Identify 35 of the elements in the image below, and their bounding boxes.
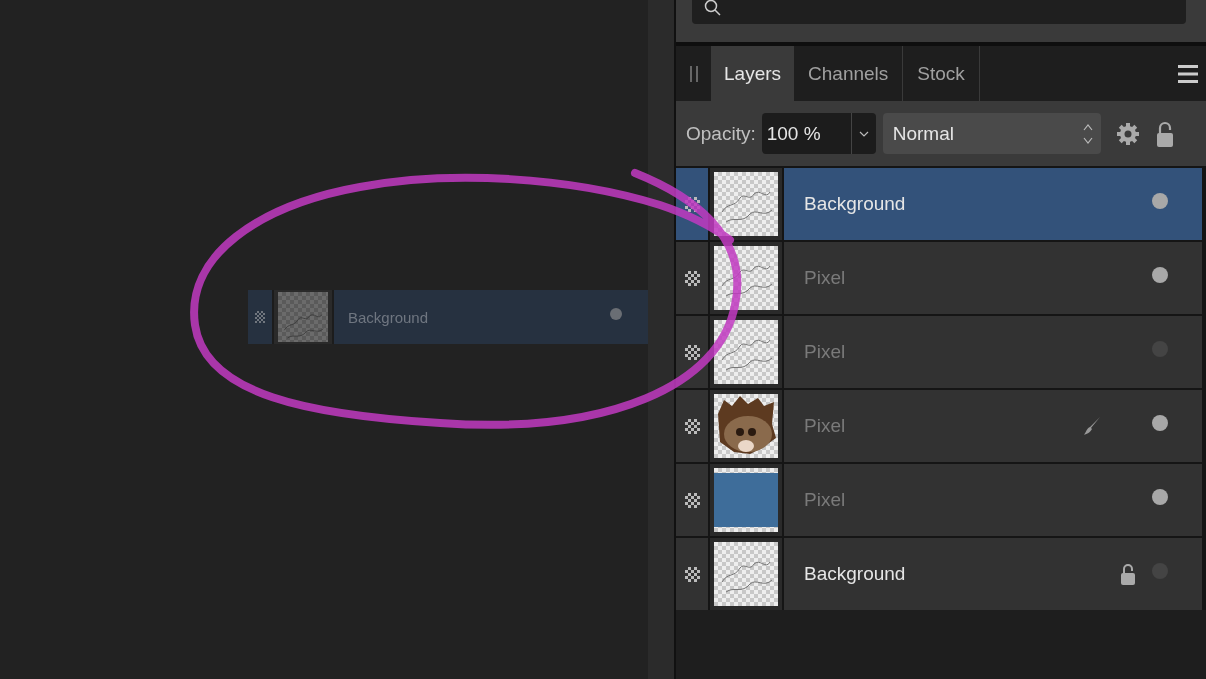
panel-tab[interactable]: Layers [711, 46, 795, 101]
layer-name: Pixel [804, 341, 846, 363]
opacity-field[interactable]: 100 % [761, 113, 852, 154]
layer-thumbnail [714, 542, 778, 606]
chevron-down-icon [858, 130, 869, 137]
layer-name: Background [804, 193, 906, 215]
layer-thumbnail [714, 320, 778, 384]
drag-handle-icon[interactable] [684, 196, 700, 212]
opacity-label: Opacity: [686, 122, 756, 145]
layer-row[interactable]: Background [676, 538, 1202, 610]
layer-thumbnail [278, 292, 328, 342]
grip-icon [689, 65, 698, 82]
search-field[interactable] [692, 0, 1186, 24]
lock-icon[interactable] [1155, 120, 1174, 147]
menu-icon[interactable] [1178, 64, 1198, 83]
layer-name: Background [348, 308, 429, 326]
layer-name: Background [804, 563, 906, 585]
visibility-toggle[interactable] [610, 308, 622, 320]
layer-thumbnail [714, 394, 778, 458]
up-down-chevron-icon [1082, 122, 1093, 145]
visibility-toggle[interactable] [1152, 267, 1168, 283]
blend-mode-dropdown[interactable]: Normal [882, 113, 1101, 154]
layer-row[interactable]: Background [676, 168, 1202, 240]
drag-handle-icon[interactable] [255, 311, 265, 323]
layer-thumbnail [714, 172, 778, 236]
visibility-toggle[interactable] [1152, 193, 1168, 209]
lock-icon[interactable] [1120, 563, 1136, 585]
search-icon [704, 0, 722, 17]
layer-name: Pixel [804, 489, 846, 511]
visibility-toggle[interactable] [1152, 489, 1168, 505]
visibility-toggle[interactable] [1152, 415, 1168, 431]
layer-thumbnail [714, 468, 778, 532]
layer-name: Pixel [804, 267, 846, 289]
layer-name: Pixel [804, 415, 846, 437]
settings-icon[interactable] [1115, 121, 1140, 146]
